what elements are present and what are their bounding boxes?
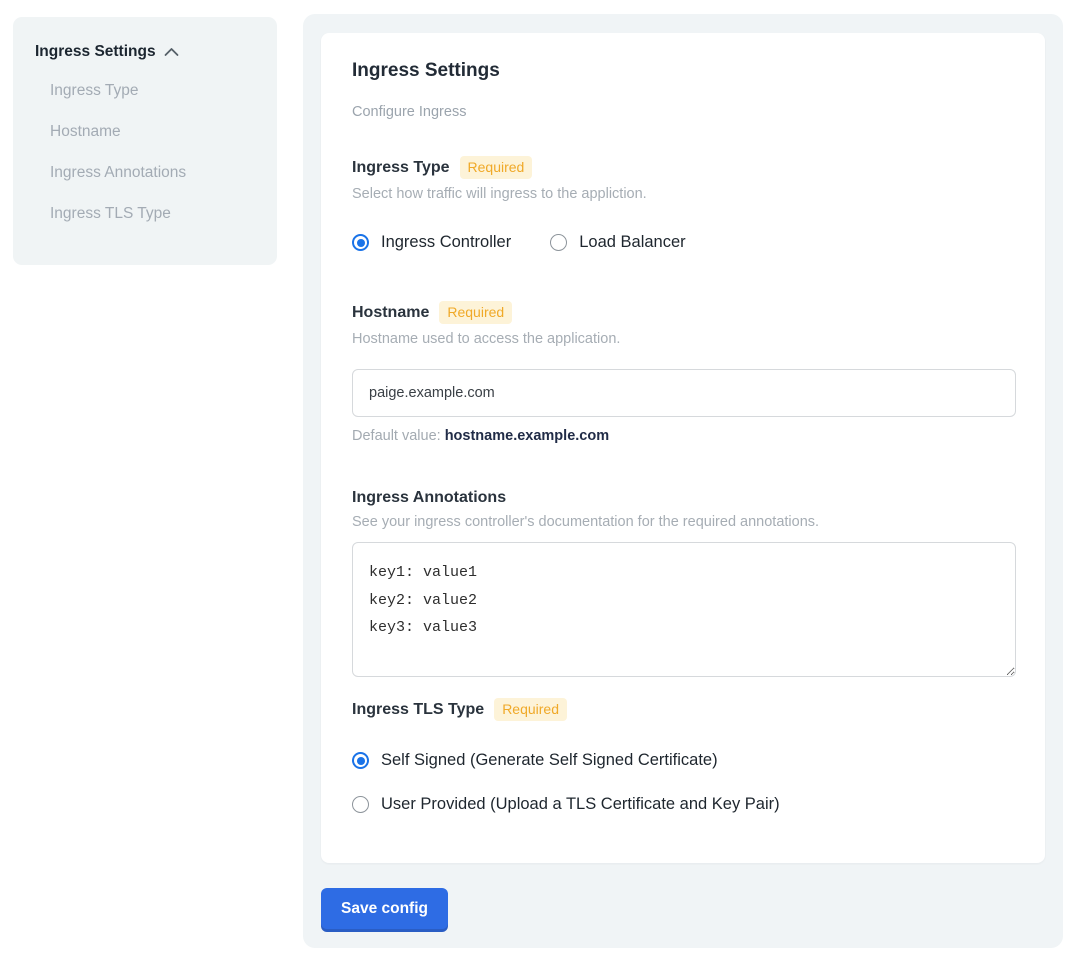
ingress-tls-type-section: Ingress TLS Type Required Self Signed (G…: [352, 698, 1015, 814]
radio-option-self-signed[interactable]: Self Signed (Generate Self Signed Certif…: [352, 751, 1015, 770]
ingress-type-radio-group: Ingress Controller Load Balancer: [352, 233, 1015, 252]
radio-label: Self Signed (Generate Self Signed Certif…: [381, 751, 718, 770]
sidebar-item-ingress-tls-type[interactable]: Ingress TLS Type: [50, 193, 255, 234]
radio-unselected-icon: [550, 234, 567, 251]
page-subtitle: Configure Ingress: [352, 104, 1015, 120]
radio-label: Load Balancer: [579, 233, 685, 252]
hostname-default-value: Default value: hostname.example.com: [352, 428, 1015, 444]
radio-option-user-provided[interactable]: User Provided (Upload a TLS Certificate …: [352, 795, 1015, 814]
sidebar-item-hostname[interactable]: Hostname: [50, 111, 255, 152]
hostname-label: Hostname: [352, 304, 429, 322]
hostname-help: Hostname used to access the application.: [352, 331, 1015, 347]
radio-option-ingress-controller[interactable]: Ingress Controller: [352, 233, 511, 252]
radio-option-load-balancer[interactable]: Load Balancer: [550, 233, 685, 252]
hostname-input[interactable]: [352, 369, 1016, 417]
ingress-type-help: Select how traffic will ingress to the a…: [352, 186, 1015, 202]
required-badge: Required: [439, 301, 512, 324]
chevron-up-icon: [164, 47, 179, 57]
required-badge: Required: [494, 698, 567, 721]
hostname-section: Hostname Required Hostname used to acces…: [352, 301, 1015, 444]
ingress-annotations-textarea[interactable]: [352, 542, 1016, 677]
required-badge: Required: [460, 156, 533, 179]
radio-selected-icon: [352, 234, 369, 251]
sidebar-item-ingress-type[interactable]: Ingress Type: [50, 70, 255, 111]
ingress-type-section: Ingress Type Required Select how traffic…: [352, 156, 1015, 252]
ingress-tls-type-label: Ingress TLS Type: [352, 701, 484, 719]
sidebar-section-title: Ingress Settings: [35, 43, 156, 61]
settings-panel: Ingress Settings Configure Ingress Ingre…: [303, 14, 1063, 948]
default-value-text: hostname.example.com: [445, 428, 609, 444]
sidebar-section-header[interactable]: Ingress Settings: [35, 43, 255, 61]
tls-radio-group: Self Signed (Generate Self Signed Certif…: [352, 751, 1015, 814]
default-value-prefix: Default value:: [352, 428, 445, 444]
ingress-settings-card: Ingress Settings Configure Ingress Ingre…: [321, 33, 1045, 863]
ingress-type-label: Ingress Type: [352, 159, 450, 177]
radio-label: User Provided (Upload a TLS Certificate …: [381, 795, 780, 814]
ingress-annotations-label: Ingress Annotations: [352, 489, 506, 507]
sidebar: Ingress Settings Ingress Type Hostname I…: [13, 17, 277, 265]
radio-selected-icon: [352, 752, 369, 769]
ingress-annotations-help: See your ingress controller's documentat…: [352, 514, 1015, 530]
ingress-annotations-section: Ingress Annotations See your ingress con…: [352, 489, 1015, 677]
page-title: Ingress Settings: [352, 60, 1015, 82]
sidebar-item-ingress-annotations[interactable]: Ingress Annotations: [50, 152, 255, 193]
radio-label: Ingress Controller: [381, 233, 511, 252]
save-config-button[interactable]: Save config: [321, 888, 448, 929]
radio-unselected-icon: [352, 796, 369, 813]
